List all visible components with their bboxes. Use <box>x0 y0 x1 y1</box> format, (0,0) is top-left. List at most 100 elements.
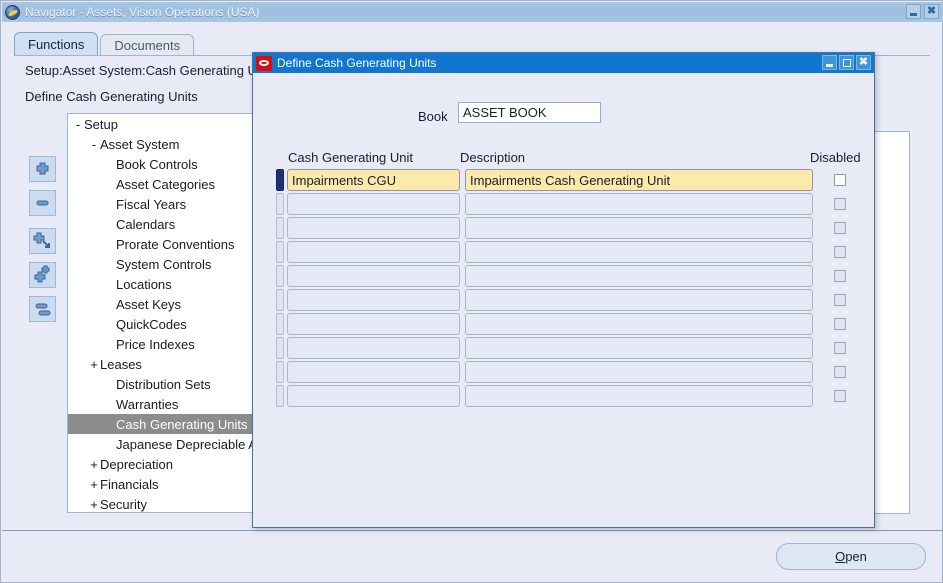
cash-generating-unit-input[interactable] <box>287 337 460 359</box>
open-button[interactable]: Open <box>776 543 926 570</box>
collapse-toggle-icon[interactable]: - <box>88 137 100 152</box>
tab-functions[interactable]: Functions <box>14 32 99 56</box>
cash-generating-unit-input[interactable] <box>287 289 460 311</box>
tree-item[interactable]: Calendars <box>68 214 265 234</box>
tree-item[interactable]: + Financials <box>68 474 265 494</box>
description-input[interactable] <box>465 313 813 335</box>
navigator-title-bar: Navigator - Assets, Vision Operations (U… <box>2 2 943 22</box>
tree-item[interactable]: Distribution Sets <box>68 374 265 394</box>
tree-item[interactable]: Price Indexes <box>68 334 265 354</box>
tree-item[interactable]: + Security <box>68 494 265 512</box>
tree-item-label: System Controls <box>116 256 212 272</box>
cash-generating-unit-input[interactable] <box>287 313 460 335</box>
disabled-checkbox[interactable] <box>834 198 846 210</box>
cash-generating-unit-input[interactable] <box>287 193 460 215</box>
tree-item[interactable]: Fiscal Years <box>68 194 265 214</box>
description-input[interactable] <box>465 217 813 239</box>
description-input[interactable] <box>465 193 813 215</box>
record-indicator[interactable] <box>276 385 284 407</box>
tab-documents[interactable]: Documents <box>100 34 195 56</box>
expand-toggle-icon[interactable]: + <box>88 477 100 492</box>
expand-branch-button[interactable] <box>29 228 56 254</box>
record-indicator[interactable] <box>276 313 284 335</box>
cash-generating-unit-input[interactable] <box>287 217 460 239</box>
tree-item[interactable]: Book Controls <box>68 154 265 174</box>
record-indicator[interactable] <box>276 361 284 383</box>
tree-item[interactable]: Locations <box>68 274 265 294</box>
table-row[interactable] <box>276 384 852 408</box>
record-indicator[interactable] <box>276 193 284 215</box>
record-indicator[interactable] <box>276 265 284 287</box>
book-input[interactable]: ASSET BOOK <box>458 102 601 123</box>
cash-generating-unit-input[interactable] <box>287 361 460 383</box>
disabled-checkbox[interactable] <box>834 318 846 330</box>
cash-generating-unit-input[interactable] <box>287 385 460 407</box>
description-input[interactable]: Impairments Cash Generating Unit <box>465 169 813 191</box>
tree-item[interactable]: System Controls <box>68 254 265 274</box>
table-row[interactable] <box>276 264 852 288</box>
dialog-title: Define Cash Generating Units <box>277 56 437 70</box>
record-indicator[interactable] <box>276 289 284 311</box>
tree-item-label: Book Controls <box>116 156 198 172</box>
tree-toolbar <box>29 156 56 330</box>
close-icon[interactable]: ✖ <box>924 4 939 19</box>
table-row[interactable] <box>276 336 852 360</box>
disabled-checkbox[interactable] <box>834 270 846 282</box>
table-row[interactable] <box>276 288 852 312</box>
minimize-icon[interactable] <box>906 4 921 19</box>
tree-item[interactable]: QuickCodes <box>68 314 265 334</box>
disabled-checkbox[interactable] <box>834 366 846 378</box>
disabled-checkbox[interactable] <box>834 390 846 402</box>
disabled-checkbox[interactable] <box>834 174 846 186</box>
collapse-node-button[interactable] <box>29 190 56 216</box>
tree-item[interactable]: Prorate Conventions <box>68 234 265 254</box>
record-indicator[interactable] <box>276 169 284 191</box>
tree-item[interactable]: - Asset System <box>68 134 265 154</box>
table-row[interactable]: Impairments CGU Impairments Cash Generati… <box>276 168 852 192</box>
table-row[interactable] <box>276 360 852 384</box>
book-label: Book <box>418 109 448 124</box>
tree-item[interactable]: Asset Categories <box>68 174 265 194</box>
table-row[interactable] <box>276 312 852 336</box>
description-input[interactable] <box>465 337 813 359</box>
collapse-toggle-icon[interactable]: - <box>72 117 84 132</box>
tree-item-label: Asset Keys <box>116 296 182 312</box>
navigator-tree[interactable]: - Setup - Asset System Book Controls Asset Ca… <box>67 113 266 513</box>
description-input[interactable] <box>465 361 813 383</box>
dialog-title-bar: Define Cash Generating Units ✖ <box>253 53 874 73</box>
cash-generating-unit-input[interactable] <box>287 265 460 287</box>
disabled-checkbox[interactable] <box>834 246 846 258</box>
description-input[interactable] <box>465 385 813 407</box>
table-row[interactable] <box>276 240 852 264</box>
disabled-checkbox[interactable] <box>834 222 846 234</box>
dialog-window-controls: ✖ <box>822 55 871 70</box>
description-input[interactable] <box>465 241 813 263</box>
description-input[interactable] <box>465 289 813 311</box>
collapse-all-button[interactable] <box>29 296 56 322</box>
tree-item[interactable]: + Leases <box>68 354 265 374</box>
expand-toggle-icon[interactable]: + <box>88 357 100 372</box>
cash-generating-unit-input[interactable] <box>287 241 460 263</box>
tree-item[interactable]: Cash Generating Units <box>68 414 265 434</box>
expand-toggle-icon[interactable]: + <box>88 497 100 512</box>
tree-item[interactable]: Warranties <box>68 394 265 414</box>
tree-item[interactable]: Asset Keys <box>68 294 265 314</box>
table-row[interactable] <box>276 216 852 240</box>
disabled-checkbox[interactable] <box>834 342 846 354</box>
expand-node-button[interactable] <box>29 156 56 182</box>
tree-item[interactable]: Japanese Depreciable Assets <box>68 434 265 454</box>
dialog-minimize-icon[interactable] <box>822 55 837 70</box>
record-indicator[interactable] <box>276 217 284 239</box>
expand-toggle-icon[interactable]: + <box>88 457 100 472</box>
description-input[interactable] <box>465 265 813 287</box>
record-indicator[interactable] <box>276 241 284 263</box>
cash-generating-unit-input[interactable]: Impairments CGU <box>287 169 460 191</box>
dialog-maximize-icon[interactable] <box>839 55 854 70</box>
disabled-checkbox[interactable] <box>834 294 846 306</box>
record-indicator[interactable] <box>276 337 284 359</box>
expand-all-button[interactable] <box>29 262 56 288</box>
tree-item[interactable]: + Depreciation <box>68 454 265 474</box>
dialog-close-icon[interactable]: ✖ <box>856 55 871 70</box>
table-row[interactable] <box>276 192 852 216</box>
tree-item[interactable]: - Setup <box>68 114 265 134</box>
